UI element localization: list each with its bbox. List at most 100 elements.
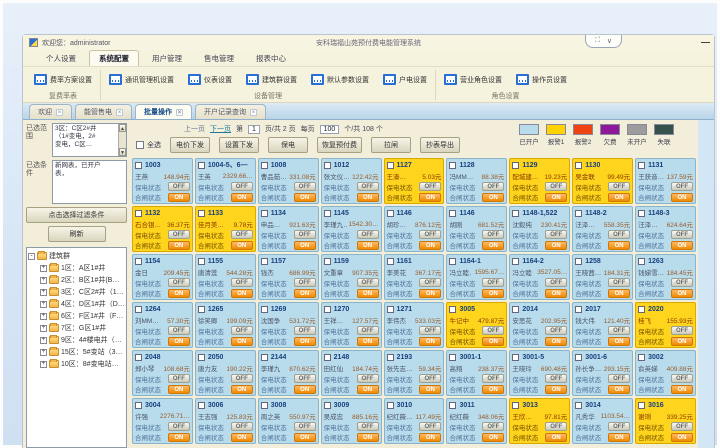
card-checkbox[interactable] (387, 210, 394, 217)
card-checkbox[interactable] (135, 210, 142, 217)
switch-on-button[interactable]: ON (231, 433, 253, 442)
ribbon-button[interactable]: 操作员设置 (513, 72, 570, 87)
switch-on-button[interactable]: ON (608, 433, 630, 442)
card-checkbox[interactable] (324, 402, 331, 409)
card-checkbox[interactable] (261, 258, 268, 265)
power-off-button[interactable]: OFF (608, 182, 630, 191)
power-off-button[interactable]: OFF (545, 422, 567, 431)
card-checkbox[interactable] (512, 354, 519, 361)
switch-on-button[interactable]: ON (608, 385, 630, 394)
switch-on-button[interactable]: ON (419, 433, 441, 442)
card-checkbox[interactable] (387, 258, 394, 265)
card-checkbox[interactable] (638, 258, 645, 265)
switch-on-button[interactable]: ON (168, 337, 190, 346)
layout-toggle-icon[interactable]: ⛶ (595, 37, 600, 45)
expander-icon[interactable]: + (40, 361, 47, 368)
card-checkbox[interactable] (261, 306, 268, 313)
card-checkbox[interactable] (261, 210, 268, 217)
power-off-button[interactable]: OFF (231, 374, 253, 383)
power-off-button[interactable]: OFF (419, 278, 441, 287)
switch-on-button[interactable]: ON (545, 289, 567, 298)
switch-on-button[interactable]: ON (482, 193, 504, 202)
power-off-button[interactable]: OFF (294, 182, 316, 191)
power-off-button[interactable]: OFF (608, 230, 630, 239)
menu-item-0[interactable]: 个人设置 (37, 51, 85, 66)
power-off-button[interactable]: OFF (231, 326, 253, 335)
power-off-button[interactable]: OFF (671, 182, 693, 191)
tree-node-8[interactable]: +10区：8#变电站（2#… (28, 358, 125, 370)
power-off-button[interactable]: OFF (545, 278, 567, 287)
selected-condition-textbox[interactable]: 新网表，已开户表， (52, 160, 127, 204)
card-checkbox[interactable] (261, 162, 268, 169)
tab-1[interactable]: 能管售电× (75, 104, 132, 119)
power-off-button[interactable]: OFF (419, 326, 441, 335)
card-checkbox[interactable] (261, 402, 268, 409)
switch-on-button[interactable]: ON (419, 241, 441, 250)
card-checkbox[interactable] (512, 258, 519, 265)
switch-on-button[interactable]: ON (419, 289, 441, 298)
toolbar-button-5[interactable]: 抄表导出 (420, 137, 460, 153)
power-off-button[interactable]: OFF (357, 230, 379, 239)
power-off-button[interactable]: OFF (294, 374, 316, 383)
scroll-down-icon[interactable]: ▼ (119, 148, 126, 156)
switch-on-button[interactable]: ON (545, 193, 567, 202)
power-off-button[interactable]: OFF (168, 230, 190, 239)
power-off-button[interactable]: OFF (419, 374, 441, 383)
card-checkbox[interactable] (135, 162, 142, 169)
card-checkbox[interactable] (324, 162, 331, 169)
choose-filter-button[interactable]: 点击选择过滤条件 (26, 207, 127, 223)
switch-on-button[interactable]: ON (357, 193, 379, 202)
card-checkbox[interactable] (387, 402, 394, 409)
switch-on-button[interactable]: ON (231, 193, 253, 202)
switch-on-button[interactable]: ON (545, 241, 567, 250)
switch-on-button[interactable]: ON (545, 337, 567, 346)
switch-on-button[interactable]: ON (231, 241, 253, 250)
expander-icon[interactable]: + (40, 265, 47, 272)
power-off-button[interactable]: OFF (419, 422, 441, 431)
power-off-button[interactable]: OFF (294, 278, 316, 287)
power-off-button[interactable]: OFF (294, 422, 316, 431)
menu-item-3[interactable]: 售电管理 (195, 51, 243, 66)
power-off-button[interactable]: OFF (231, 182, 253, 191)
ribbon-button[interactable]: 仪表设置 (185, 72, 235, 87)
card-checkbox[interactable] (575, 258, 582, 265)
tree-node-5[interactable]: +7区：G区1#井 (28, 322, 125, 334)
tree-node-7[interactable]: +15区：5#变站（3#变电… (28, 346, 125, 358)
switch-on-button[interactable]: ON (357, 433, 379, 442)
power-off-button[interactable]: OFF (168, 278, 190, 287)
card-checkbox[interactable] (387, 162, 394, 169)
card-checkbox[interactable] (575, 354, 582, 361)
power-off-button[interactable]: OFF (545, 374, 567, 383)
power-off-button[interactable]: OFF (545, 326, 567, 335)
switch-on-button[interactable]: ON (168, 385, 190, 394)
expander-icon[interactable]: + (40, 301, 47, 308)
card-checkbox[interactable] (575, 162, 582, 169)
page-number-input[interactable]: 1 (248, 125, 260, 134)
switch-on-button[interactable]: ON (357, 337, 379, 346)
card-checkbox[interactable] (324, 306, 331, 313)
card-checkbox[interactable] (449, 354, 456, 361)
switch-on-button[interactable]: ON (294, 433, 316, 442)
next-page-link[interactable]: 下一页 (210, 124, 231, 134)
card-checkbox[interactable] (135, 402, 142, 409)
power-off-button[interactable]: OFF (357, 278, 379, 287)
card-checkbox[interactable] (575, 306, 582, 313)
card-checkbox[interactable] (387, 306, 394, 313)
card-checkbox[interactable] (449, 306, 456, 313)
switch-on-button[interactable]: ON (482, 433, 504, 442)
card-checkbox[interactable] (387, 354, 394, 361)
power-off-button[interactable]: OFF (671, 278, 693, 287)
switch-on-button[interactable]: ON (482, 337, 504, 346)
switch-on-button[interactable]: ON (671, 385, 693, 394)
switch-on-button[interactable]: ON (231, 385, 253, 394)
switch-on-button[interactable]: ON (671, 241, 693, 250)
switch-on-button[interactable]: ON (545, 433, 567, 442)
power-off-button[interactable]: OFF (608, 326, 630, 335)
power-off-button[interactable]: OFF (168, 374, 190, 383)
switch-on-button[interactable]: ON (482, 289, 504, 298)
refresh-button[interactable]: 刷新 (48, 226, 106, 242)
card-checkbox[interactable] (449, 210, 456, 217)
ribbon-button[interactable]: 建筑群设置 (243, 72, 300, 87)
tab-2[interactable]: 批量操作× (135, 104, 192, 119)
card-checkbox[interactable] (324, 258, 331, 265)
